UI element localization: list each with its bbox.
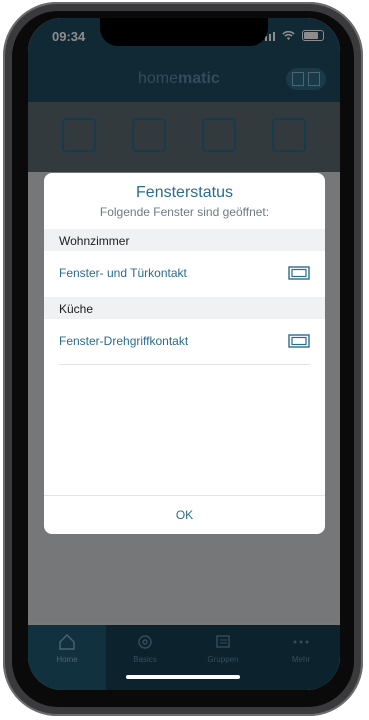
divider: [59, 364, 310, 365]
screen: 09:34 homematic Home Basics Gruppen Mehr…: [28, 18, 340, 690]
section-label: Wohnzimmer: [59, 234, 130, 248]
section-label: Küche: [59, 302, 94, 316]
list-item[interactable]: Fenster- und Türkontakt: [44, 251, 325, 297]
list-item[interactable]: Fenster-Drehgriffkontakt: [44, 319, 325, 365]
home-indicator[interactable]: [126, 675, 240, 679]
device-label: Fenster-Drehgriffkontakt: [59, 334, 189, 348]
ok-button[interactable]: OK: [44, 496, 325, 534]
window-open-icon: [288, 334, 310, 348]
notch: [100, 18, 268, 46]
window-open-icon: [288, 266, 310, 280]
section-header: Wohnzimmer: [44, 229, 325, 251]
device-label: Fenster- und Türkontakt: [59, 266, 187, 280]
section-header: Küche: [44, 297, 325, 319]
dialog-title: Fensterstatus: [136, 184, 233, 201]
dialog-subtitle: Folgende Fenster sind geöffnet:: [99, 205, 270, 219]
window-status-dialog: Fensterstatus Folgende Fenster sind geöf…: [44, 173, 325, 534]
